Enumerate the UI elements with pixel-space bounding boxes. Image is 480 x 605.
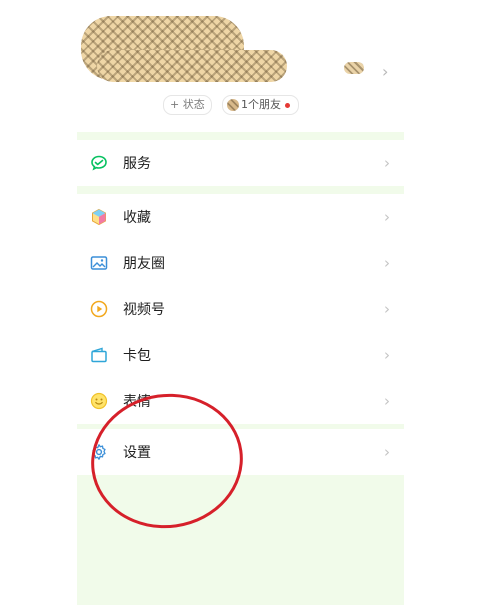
red-dot-badge xyxy=(285,102,290,108)
menu-label-favorites: 收藏 xyxy=(123,210,151,226)
smiley-icon xyxy=(88,390,110,412)
chevron-right-icon: › xyxy=(384,154,390,172)
menu-item-channels[interactable]: 视频号 › xyxy=(77,286,404,332)
profile-header[interactable]: › + 状态 1个朋友 xyxy=(77,0,404,132)
menu-item-moments[interactable]: 朋友圈 › xyxy=(77,240,404,286)
chevron-right-icon: › xyxy=(384,208,390,226)
cube-icon xyxy=(88,206,110,228)
menu-label-services: 服务 xyxy=(123,156,151,172)
section-divider xyxy=(77,132,404,140)
menu-label-moments: 朋友圈 xyxy=(123,256,165,272)
menu-item-favorites[interactable]: 收藏 › xyxy=(77,194,404,240)
friends-label: 1个朋友 xyxy=(241,98,281,111)
qr-code-icon[interactable] xyxy=(344,62,364,74)
friend-avatar xyxy=(227,99,239,111)
chevron-right-icon: › xyxy=(384,346,390,364)
menu-item-cards[interactable]: 卡包 › xyxy=(77,332,404,378)
chevron-right-icon: › xyxy=(382,62,389,81)
section-divider xyxy=(77,186,404,194)
menu-label-channels: 视频号 xyxy=(123,302,165,318)
image-icon xyxy=(88,252,110,274)
menu-label-cards: 卡包 xyxy=(123,348,151,364)
menu-item-services[interactable]: 服务 › xyxy=(77,140,404,186)
chevron-right-icon: › xyxy=(384,443,390,461)
chevron-right-icon: › xyxy=(384,254,390,272)
wallet-icon xyxy=(88,344,110,366)
status-button[interactable]: + 状态 xyxy=(163,95,212,115)
chevron-right-icon: › xyxy=(384,392,390,410)
play-icon xyxy=(88,298,110,320)
chevron-right-icon: › xyxy=(384,300,390,318)
redacted-nickname xyxy=(97,50,287,82)
wechat-pay-icon xyxy=(88,152,110,174)
friends-status-chip[interactable]: 1个朋友 xyxy=(222,95,299,115)
